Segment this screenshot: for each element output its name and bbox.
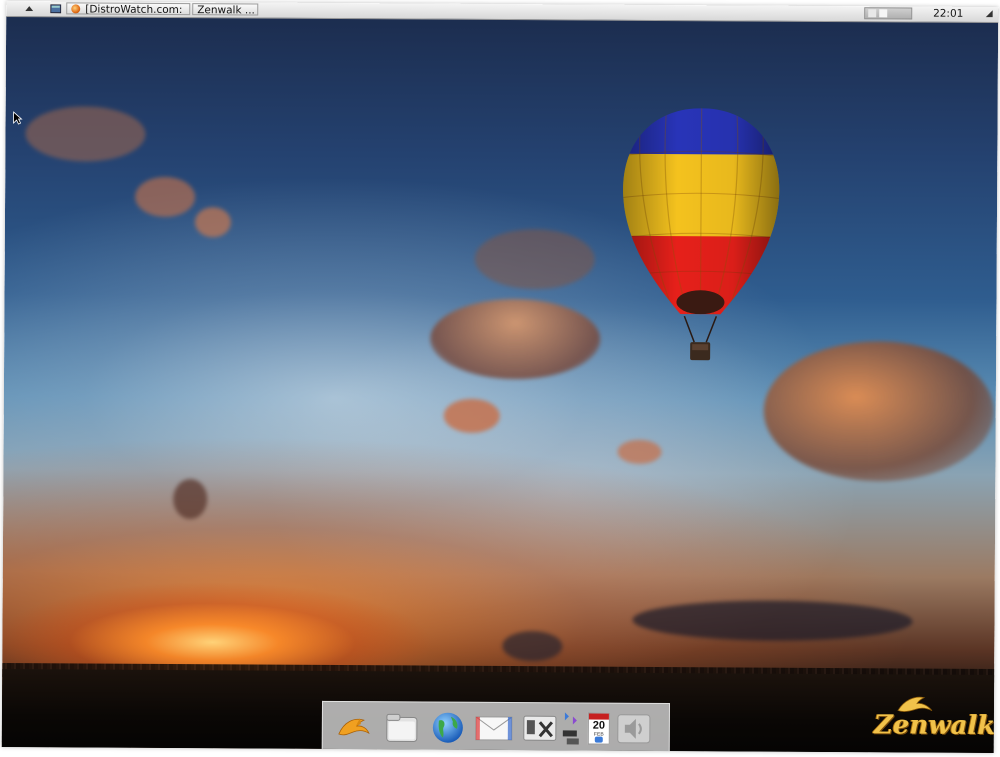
taskbar-item-zenwalk[interactable]: Zenwalk ... bbox=[192, 3, 259, 16]
workspace-switcher[interactable] bbox=[864, 7, 913, 20]
panel-corner-icon[interactable]: ◢ bbox=[982, 8, 996, 20]
wallpaper-cloud bbox=[632, 599, 913, 642]
wallpaper-cloud bbox=[474, 228, 595, 290]
mouse-cursor-icon bbox=[13, 111, 23, 125]
calendar-day: 20 bbox=[592, 719, 606, 732]
menu-arrow-up-icon[interactable] bbox=[22, 2, 36, 14]
dolphin-launcher-icon[interactable] bbox=[335, 708, 373, 746]
wallpaper-cloud bbox=[617, 439, 662, 464]
calendar-icon[interactable]: 20 FEB bbox=[585, 710, 613, 748]
clock[interactable]: 22:01 bbox=[918, 8, 978, 20]
wallpaper-cloud bbox=[194, 207, 232, 238]
network-icon[interactable] bbox=[559, 709, 585, 747]
wallpaper-cloud bbox=[763, 340, 995, 483]
taskbar-item-label: Zenwalk ... bbox=[197, 4, 255, 16]
application-dock: 20 FEB bbox=[321, 700, 671, 753]
firefox-icon bbox=[71, 4, 81, 14]
hot-air-balloon-image bbox=[622, 107, 780, 361]
workspace-2[interactable] bbox=[879, 9, 888, 18]
settings-tools-icon[interactable] bbox=[521, 709, 559, 747]
web-browser-icon[interactable] bbox=[429, 709, 467, 747]
wallpaper-cloud bbox=[502, 631, 563, 662]
wallpaper-cloud bbox=[173, 479, 208, 520]
taskbar-item-distrowatch[interactable]: [DistroWatch.com: bbox=[66, 2, 191, 16]
volume-speaker-icon[interactable] bbox=[615, 710, 653, 748]
wallpaper-cloud bbox=[25, 106, 146, 162]
folder-icon[interactable] bbox=[383, 708, 421, 746]
show-desktop-icon[interactable] bbox=[48, 2, 62, 14]
wallpaper-cloud bbox=[134, 176, 196, 218]
wallpaper-cloud bbox=[429, 298, 601, 380]
desktop-wallpaper[interactable] bbox=[1, 15, 999, 754]
taskbar-item-label: [DistroWatch.com: bbox=[85, 3, 183, 16]
workspace-1[interactable] bbox=[868, 9, 877, 18]
mail-icon[interactable] bbox=[475, 709, 513, 747]
screen: [DistroWatch.com: Zenwalk ... 22:01 ◢ 20… bbox=[1, 0, 999, 754]
wallpaper-cloud bbox=[443, 398, 500, 433]
zenwalk-logo-text: Zenwalk bbox=[873, 710, 996, 742]
